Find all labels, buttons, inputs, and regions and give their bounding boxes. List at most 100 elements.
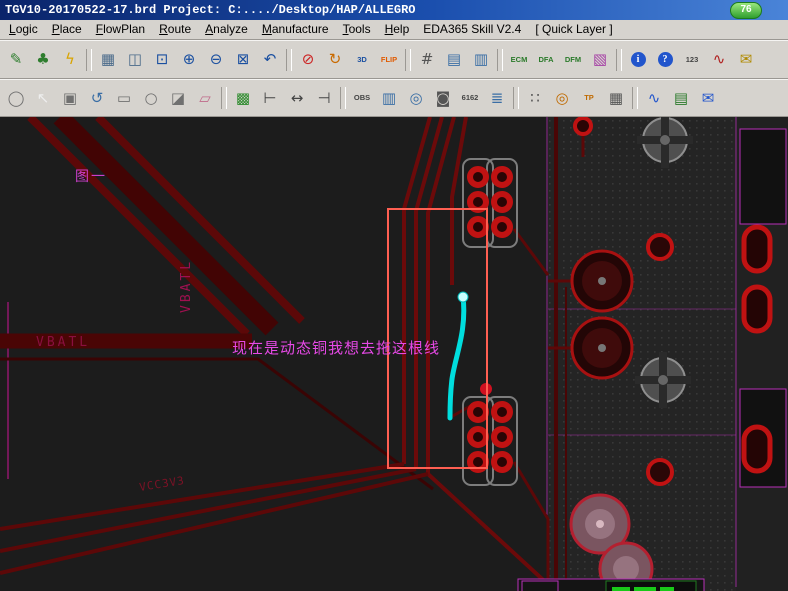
- menu-manufacture[interactable]: Manufacture: [255, 20, 336, 39]
- zoom-out-icon[interactable]: ⊖: [203, 48, 229, 72]
- toolbar-separator: [86, 49, 92, 71]
- dots-grid-icon[interactable]: ∷: [522, 86, 548, 110]
- toolbar-separator: [497, 49, 503, 71]
- shape-rect-icon[interactable]: ▭: [111, 86, 137, 110]
- icon-glyph: ϟ: [65, 52, 75, 67]
- net-label-vbatl-vertical: VBATL: [179, 259, 194, 313]
- target-icon[interactable]: ◎: [549, 86, 575, 110]
- icon-glyph: ◪: [171, 91, 185, 106]
- icon-glyph: DFM: [565, 56, 581, 64]
- ecm-icon[interactable]: ECM: [506, 48, 532, 72]
- help-icon[interactable]: ?: [652, 48, 678, 72]
- grid-window-icon[interactable]: ▦: [95, 48, 121, 72]
- shaded-3d-icon[interactable]: 3D: [349, 48, 375, 72]
- place-component-icon[interactable]: ▩: [230, 86, 256, 110]
- menu-analyze[interactable]: Analyze: [198, 20, 255, 39]
- title-bar: TGV10-20170522-17.brd Project: C:..../De…: [0, 0, 788, 20]
- icon-glyph: ?: [658, 52, 673, 67]
- signal-probe-icon[interactable]: ∿: [641, 86, 667, 110]
- zoom-previous-icon[interactable]: ↶: [257, 48, 283, 72]
- waveform-icon[interactable]: ∿: [706, 48, 732, 72]
- measure-icon[interactable]: ⊣: [311, 86, 337, 110]
- info-icon[interactable]: i: [625, 48, 651, 72]
- menu-logic[interactable]: Logic: [2, 20, 45, 39]
- grid-toggle-icon[interactable]: #: [414, 48, 440, 72]
- shape-oval-icon[interactable]: ◯: [3, 86, 29, 110]
- cross-section-icon[interactable]: ▥: [468, 48, 494, 72]
- menu-flowplan[interactable]: FlowPlan: [89, 20, 152, 39]
- array-icon[interactable]: ▦: [603, 86, 629, 110]
- toolbar-separator: [221, 87, 227, 109]
- add-pin-icon[interactable]: ⊢: [257, 86, 283, 110]
- icon-glyph: ▦: [101, 52, 115, 67]
- rats-off-icon[interactable]: ⊘: [295, 48, 321, 72]
- menu-quick-layer[interactable]: [ Quick Layer ]: [528, 20, 619, 39]
- icon-glyph: ◙: [436, 91, 451, 106]
- icon-glyph: ∿: [648, 91, 661, 106]
- lightning-icon[interactable]: ϟ: [57, 48, 83, 72]
- obs-icon[interactable]: OBS: [349, 86, 375, 110]
- mail-blue-icon[interactable]: ✉: [695, 86, 721, 110]
- icon-glyph: ▣: [63, 91, 77, 106]
- pcb-canvas[interactable]: 图一 VBATL VBATL VCC3V3 现在是动态铜我想去拖这根线: [0, 117, 788, 591]
- window-title: TGV10-20170522-17.brd Project: C:..../De…: [5, 3, 415, 17]
- zoom-in-icon[interactable]: ⊕: [176, 48, 202, 72]
- icon-glyph: ▥: [382, 91, 396, 106]
- icon-glyph: ECM: [511, 56, 528, 64]
- icon-glyph: ⊘: [302, 52, 315, 67]
- fillrect-icon[interactable]: ▣: [57, 86, 83, 110]
- select-pointer-icon[interactable]: ↖: [30, 86, 56, 110]
- annotation-hint: 现在是动态铜我想去拖这根线: [232, 339, 440, 357]
- dimension-icon[interactable]: ↔: [284, 86, 310, 110]
- icon-glyph: ⊢: [263, 91, 276, 106]
- menu-place[interactable]: Place: [45, 20, 89, 39]
- menu-route[interactable]: Route: [152, 20, 198, 39]
- icon-glyph: ✉: [702, 91, 715, 106]
- shade-icon[interactable]: ◪: [165, 86, 191, 110]
- toolbar-separator: [513, 87, 519, 109]
- via-icon[interactable]: ◎: [403, 86, 429, 110]
- icon-glyph: ▱: [199, 91, 211, 106]
- icon-glyph: ◎: [409, 91, 422, 106]
- oval-pad[interactable]: [744, 287, 770, 331]
- toolbar-separator: [286, 49, 292, 71]
- icon-glyph: 3D: [357, 56, 367, 64]
- align-icon[interactable]: ≣: [484, 86, 510, 110]
- icon-glyph: ↶: [264, 52, 277, 67]
- oval-pad[interactable]: [744, 427, 770, 471]
- redraw-icon[interactable]: ↻: [322, 48, 348, 72]
- flip-board-icon[interactable]: FLIP: [376, 48, 402, 72]
- design-entry-icon[interactable]: ✎: [3, 48, 29, 72]
- menu-eda365-skill-v2-4[interactable]: EDA365 Skill V2.4: [416, 20, 528, 39]
- dfm-icon[interactable]: DFM: [560, 48, 586, 72]
- dfa-icon[interactable]: DFA: [533, 48, 559, 72]
- palette-icon[interactable]: ▧: [587, 48, 613, 72]
- zoom-region-icon[interactable]: ⊡: [149, 48, 175, 72]
- columns-icon[interactable]: ▥: [376, 86, 402, 110]
- rotate-icon[interactable]: ↺: [84, 86, 110, 110]
- layer-stack-icon[interactable]: ▤: [441, 48, 467, 72]
- oval-pad[interactable]: [744, 227, 770, 271]
- mail-icon[interactable]: ✉: [733, 48, 759, 72]
- pcb-view[interactable]: 图一 VBATL VBATL VCC3V3 现在是动态铜我想去拖这根线: [0, 117, 788, 591]
- snapshot-icon[interactable]: ◙: [430, 86, 456, 110]
- application-window: TGV10-20170522-17.brd Project: C:..../De…: [0, 0, 788, 591]
- menu-help[interactable]: Help: [378, 20, 417, 39]
- refdes-numbers-icon[interactable]: 6162: [457, 86, 483, 110]
- menu-tools[interactable]: Tools: [336, 20, 378, 39]
- library-icon[interactable]: ▤: [668, 86, 694, 110]
- icon-glyph: OBS: [354, 94, 370, 102]
- zoom-fit-icon[interactable]: ⊠: [230, 48, 256, 72]
- icon-glyph: ⊖: [210, 52, 223, 67]
- frame-window-icon[interactable]: ◫: [122, 48, 148, 72]
- shape-circle-icon[interactable]: ○: [138, 86, 164, 110]
- leaf-icon[interactable]: ♣: [30, 48, 56, 72]
- notification-badge[interactable]: 76: [730, 2, 762, 19]
- drag-handle[interactable]: [458, 292, 468, 302]
- icon-glyph: ▧: [593, 52, 607, 67]
- testpoint-icon[interactable]: TP: [576, 86, 602, 110]
- numbers-123-icon[interactable]: 123: [679, 48, 705, 72]
- icon-glyph: ✎: [10, 52, 23, 67]
- net-label-vbatl-horizontal: VBATL: [36, 335, 90, 350]
- delete-icon[interactable]: ▱: [192, 86, 218, 110]
